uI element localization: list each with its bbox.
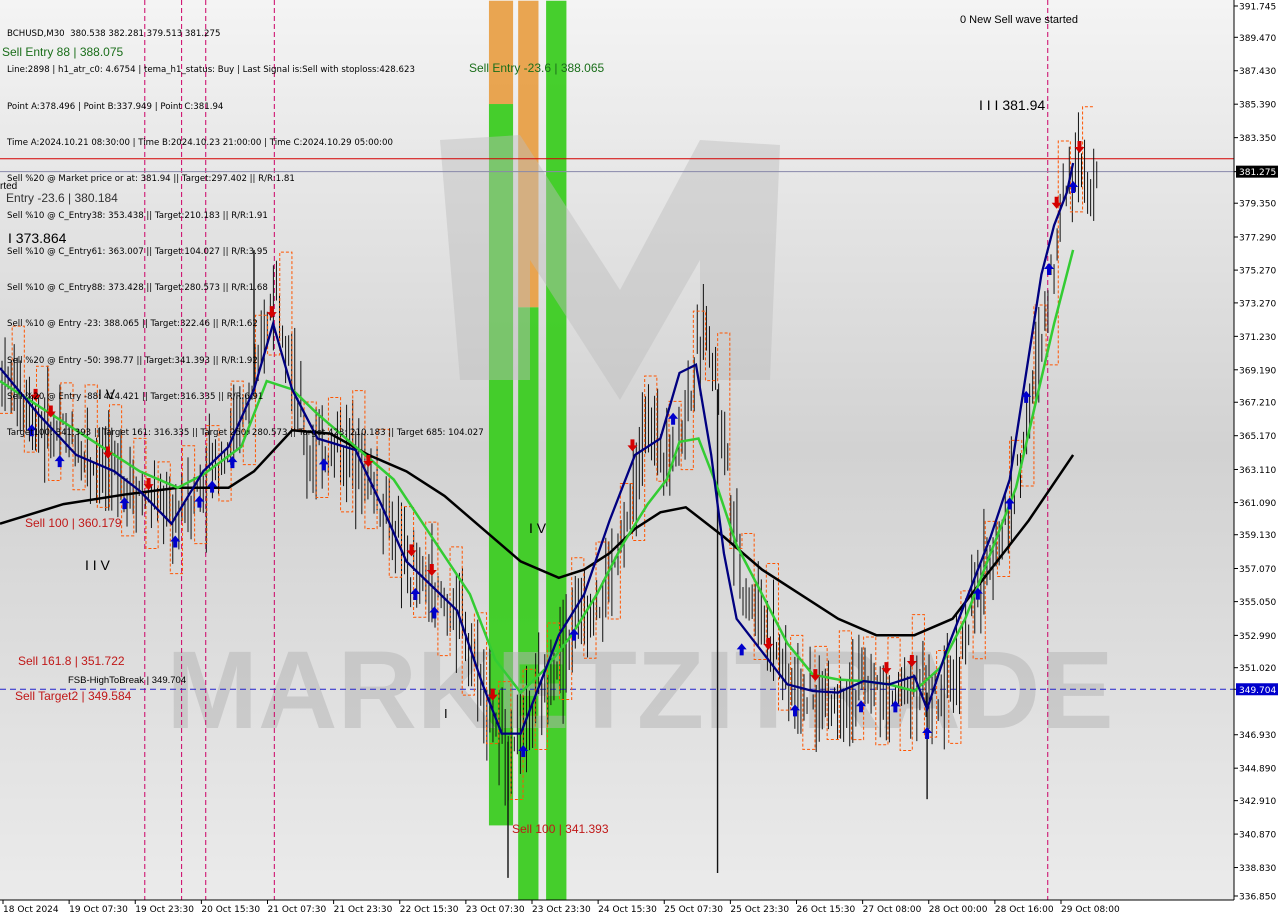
info-line: Sell %10 @ C_Entry88: 373.428 || Target:…: [7, 283, 268, 294]
y-tick-label: 381.275: [1239, 168, 1276, 178]
y-tick-label: 336.850: [1239, 893, 1276, 903]
x-tick-label: 23 Oct 23:30: [532, 905, 591, 915]
y-tick-label: 375.270: [1239, 267, 1276, 277]
y-tick-label: 387.430: [1239, 67, 1276, 77]
y-tick-label: 342.910: [1239, 797, 1276, 807]
x-tick-label: 21 Oct 07:30: [268, 905, 327, 915]
info-line: Sell %10 @ C_Entry38: 353.438 || Target:…: [7, 210, 268, 221]
y-tick-label: 346.930: [1239, 731, 1276, 741]
x-tick-label: 28 Oct 00:00: [929, 905, 988, 915]
sell161-label: Sell 161.8 | 351.722: [18, 654, 125, 668]
y-tick-label: 352.990: [1239, 632, 1276, 642]
point-c-label: I I I 381.94: [979, 97, 1045, 113]
x-tick-label: 19 Oct 07:30: [69, 905, 128, 915]
y-tick-label: 338.830: [1239, 864, 1276, 874]
x-tick-label: 21 Oct 23:30: [334, 905, 393, 915]
y-tick-label: 363.110: [1239, 466, 1276, 476]
info-line: Sell %10 @ Entry -23: 388.065 || Target:…: [7, 319, 258, 330]
x-tick-label: 29 Oct 08:00: [1061, 905, 1120, 915]
y-tick-label: 379.350: [1239, 200, 1276, 210]
x-tick-label: 26 Oct 15:30: [797, 905, 856, 915]
x-tick-label: 23 Oct 07:30: [466, 905, 525, 915]
fsb-label: FSB-HighToBreak | 349.704: [68, 675, 186, 686]
info-line: Line:2898 | h1_atr_c0: 4.6754 | tema_h1_…: [7, 65, 415, 76]
y-tick-label: 367.210: [1239, 399, 1276, 409]
y-tick-label: 340.870: [1239, 831, 1276, 841]
y-tick-label: 357.070: [1239, 565, 1276, 575]
info-symbol: BCHUSD,M30 380.538 382.281 379.513 381.2…: [7, 29, 221, 40]
info-line: Sell %10 @ C_Entry61: 363.007 || Target:…: [7, 246, 268, 257]
info-line: Sell %20 @ Entry -88: 414.421 || Target:…: [7, 392, 264, 402]
y-tick-label: 359.130: [1239, 531, 1276, 541]
y-tick-label: 371.230: [1239, 333, 1276, 343]
wave-started-label: 0 New Sell wave started: [960, 14, 1078, 26]
y-tick-label: 377.290: [1239, 233, 1276, 243]
sell-entry-label: Sell Entry -23.6 | 388.065: [469, 61, 605, 75]
y-tick-label: 355.050: [1239, 598, 1276, 608]
x-tick-label: 25 Oct 07:30: [664, 905, 723, 915]
info-line: Sell %20 @ Market price or at: 381.94 ||…: [7, 174, 295, 185]
sell100-label: Sell 100 | 360.179: [25, 516, 122, 530]
sell-target2-label: Sell Target2 | 349.584: [15, 689, 132, 703]
x-tick-label: 20 Oct 15:30: [201, 905, 260, 915]
wave-label: I I V: [85, 557, 111, 573]
y-tick-label: 383.350: [1239, 134, 1276, 144]
y-tick-label: 365.170: [1239, 432, 1276, 442]
info-line: Target100: 341.393 || Target 161: 316.33…: [7, 428, 484, 439]
x-tick-label: 18 Oct 2024: [3, 905, 59, 915]
zone-3: [546, 0, 567, 900]
x-tick-label: 24 Oct 15:30: [598, 905, 657, 915]
wave-label: I V: [529, 520, 547, 536]
info-line: Point A:378.496 | Point B:337.949 | Poin…: [7, 101, 224, 112]
sell100-bottom-label: Sell 100 | 341.393: [512, 822, 609, 836]
x-tick-label: 27 Oct 08:00: [863, 905, 922, 915]
x-tick-label: 25 Oct 23:30: [730, 905, 789, 915]
y-tick-label: 361.090: [1239, 499, 1276, 509]
y-tick-label: 389.470: [1239, 34, 1276, 44]
y-tick-label: 344.890: [1239, 765, 1276, 775]
y-tick-label: 349.704: [1239, 686, 1276, 696]
y-tick-label: 391.745: [1239, 3, 1276, 13]
wave-label: I: [444, 706, 448, 721]
info-line: Sell %20 @ Entry -50: 398.77 || Target:3…: [7, 355, 258, 366]
zone-1: [488, 0, 514, 105]
zone-2: [518, 307, 539, 900]
x-tick-label: 22 Oct 15:30: [400, 905, 459, 915]
info-panel: BCHUSD,M30 380.538 382.281 379.513 381.2…: [7, 4, 484, 451]
y-tick-label: 373.270: [1239, 299, 1276, 309]
info-line: Time A:2024.10.21 08:30:00 | Time B:2024…: [7, 138, 393, 149]
watermark-text: MARKETZITRADE: [166, 629, 1113, 752]
x-tick-label: 28 Oct 16:00: [995, 905, 1054, 915]
x-tick-label: 19 Oct 23:30: [135, 905, 194, 915]
chart-window: MARKETZITRADE 0 New Sell wave started Sel…: [0, 0, 1280, 920]
y-tick-label: 351.020: [1239, 664, 1276, 674]
y-tick-label: 369.190: [1239, 366, 1276, 376]
y-tick-label: 385.390: [1239, 101, 1276, 111]
